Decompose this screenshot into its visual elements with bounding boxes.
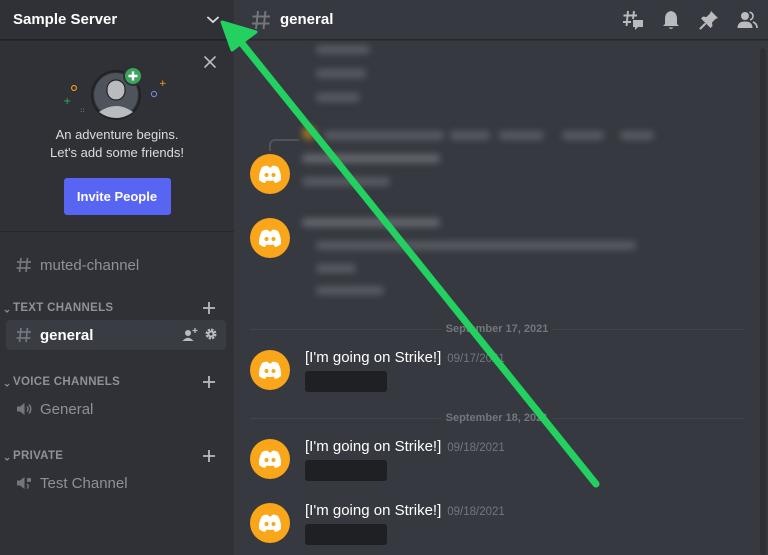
avatar[interactable] <box>250 350 290 390</box>
channel-header: general <box>234 0 768 40</box>
message-author[interactable]: [I'm going on Strike!] <box>305 349 441 366</box>
category-collapse-icon <box>2 303 12 313</box>
create-channel-icon[interactable] <box>202 301 216 315</box>
message-author[interactable]: [I'm going on Strike!] <box>305 438 441 455</box>
message-content-redacted <box>305 460 387 481</box>
channel-title: general <box>280 11 334 28</box>
channel-test-channel[interactable]: Test Channel <box>6 468 226 498</box>
date-divider: September 18, 2021 <box>250 412 744 424</box>
date-divider-label: September 17, 2021 <box>441 323 553 335</box>
hash-icon <box>14 255 34 275</box>
message-content-redacted <box>305 371 387 392</box>
channel-general[interactable]: general <box>6 320 226 350</box>
category-label: PRIVATE <box>13 450 64 462</box>
message-header: [I'm going on Strike!] 09/17/2021 <box>305 349 505 366</box>
category-label: TEXT CHANNELS <box>13 302 114 314</box>
message-content-redacted <box>305 524 387 545</box>
invite-card: + :: + An adventure begins. Let's add so… <box>0 40 234 232</box>
category-private[interactable]: PRIVATE <box>0 444 234 468</box>
message-header: [I'm going on Strike!] 09/18/2021 <box>305 502 505 519</box>
discord-app: Sample Server + :: + An adventure begins… <box>0 0 768 555</box>
invite-text: An adventure begins. Let's add some frie… <box>0 126 234 162</box>
channel-name: muted-channel <box>40 256 140 274</box>
message-timestamp: 09/18/2021 <box>447 506 505 518</box>
close-icon[interactable] <box>202 54 218 70</box>
channel-muted-channel[interactable]: muted-channel <box>6 250 226 280</box>
date-divider: September 17, 2021 <box>250 323 744 335</box>
svg-text:+: + <box>63 96 71 107</box>
invite-line-2: Let's add some friends! <box>50 145 184 160</box>
message-list: September 17, 2021 [I'm going on Strike!… <box>234 41 758 555</box>
avatar[interactable] <box>250 439 290 479</box>
channel-name: General <box>40 400 94 418</box>
channel-voice-general[interactable]: General <box>6 394 226 424</box>
svg-text:::: :: <box>80 106 85 114</box>
speaker-icon <box>14 399 34 419</box>
category-voice-channels[interactable]: VOICE CHANNELS <box>0 370 234 394</box>
chat-area: general September 17, 2021 [I'm going on… <box>234 0 768 555</box>
create-channel-icon[interactable] <box>202 375 216 389</box>
channel-sidebar: Sample Server + :: + An adventure begins… <box>0 0 234 555</box>
threads-icon[interactable] <box>622 9 644 31</box>
category-collapse-icon <box>2 451 12 461</box>
invite-people-button[interactable]: Invite People <box>63 178 171 215</box>
message-timestamp: 09/17/2021 <box>447 353 505 365</box>
message-author[interactable]: [I'm going on Strike!] <box>305 502 441 519</box>
message-timestamp: 09/18/2021 <box>447 442 505 454</box>
create-channel-icon[interactable] <box>202 449 216 463</box>
message-header: [I'm going on Strike!] 09/18/2021 <box>305 438 505 455</box>
reply-spine <box>269 139 299 151</box>
category-collapse-icon <box>2 377 12 387</box>
channel-name: Test Channel <box>40 474 128 492</box>
create-invite-icon[interactable] <box>182 327 198 348</box>
category-text-channels[interactable]: TEXT CHANNELS <box>0 296 234 320</box>
scrollbar-track[interactable] <box>760 48 766 555</box>
channel-name: general <box>40 326 94 344</box>
server-header[interactable]: Sample Server <box>0 0 234 40</box>
avatar[interactable] <box>250 503 290 543</box>
bell-icon[interactable] <box>660 9 682 31</box>
avatar[interactable] <box>250 154 290 194</box>
gear-icon[interactable] <box>204 327 218 348</box>
svg-text:+: + <box>159 79 167 89</box>
chevron-down-icon[interactable] <box>206 13 220 27</box>
locked-speaker-icon <box>14 473 34 493</box>
date-divider-label: September 18, 2021 <box>441 412 553 424</box>
category-label: VOICE CHANNELS <box>13 376 121 388</box>
invite-line-1: An adventure begins. <box>55 127 179 142</box>
hash-icon <box>14 325 34 345</box>
pin-icon[interactable] <box>698 9 720 31</box>
members-icon[interactable] <box>736 9 758 31</box>
hash-icon <box>250 9 272 31</box>
server-name: Sample Server <box>13 11 118 28</box>
avatar[interactable] <box>250 218 290 258</box>
add-friend-illustration: + :: + <box>47 62 187 122</box>
